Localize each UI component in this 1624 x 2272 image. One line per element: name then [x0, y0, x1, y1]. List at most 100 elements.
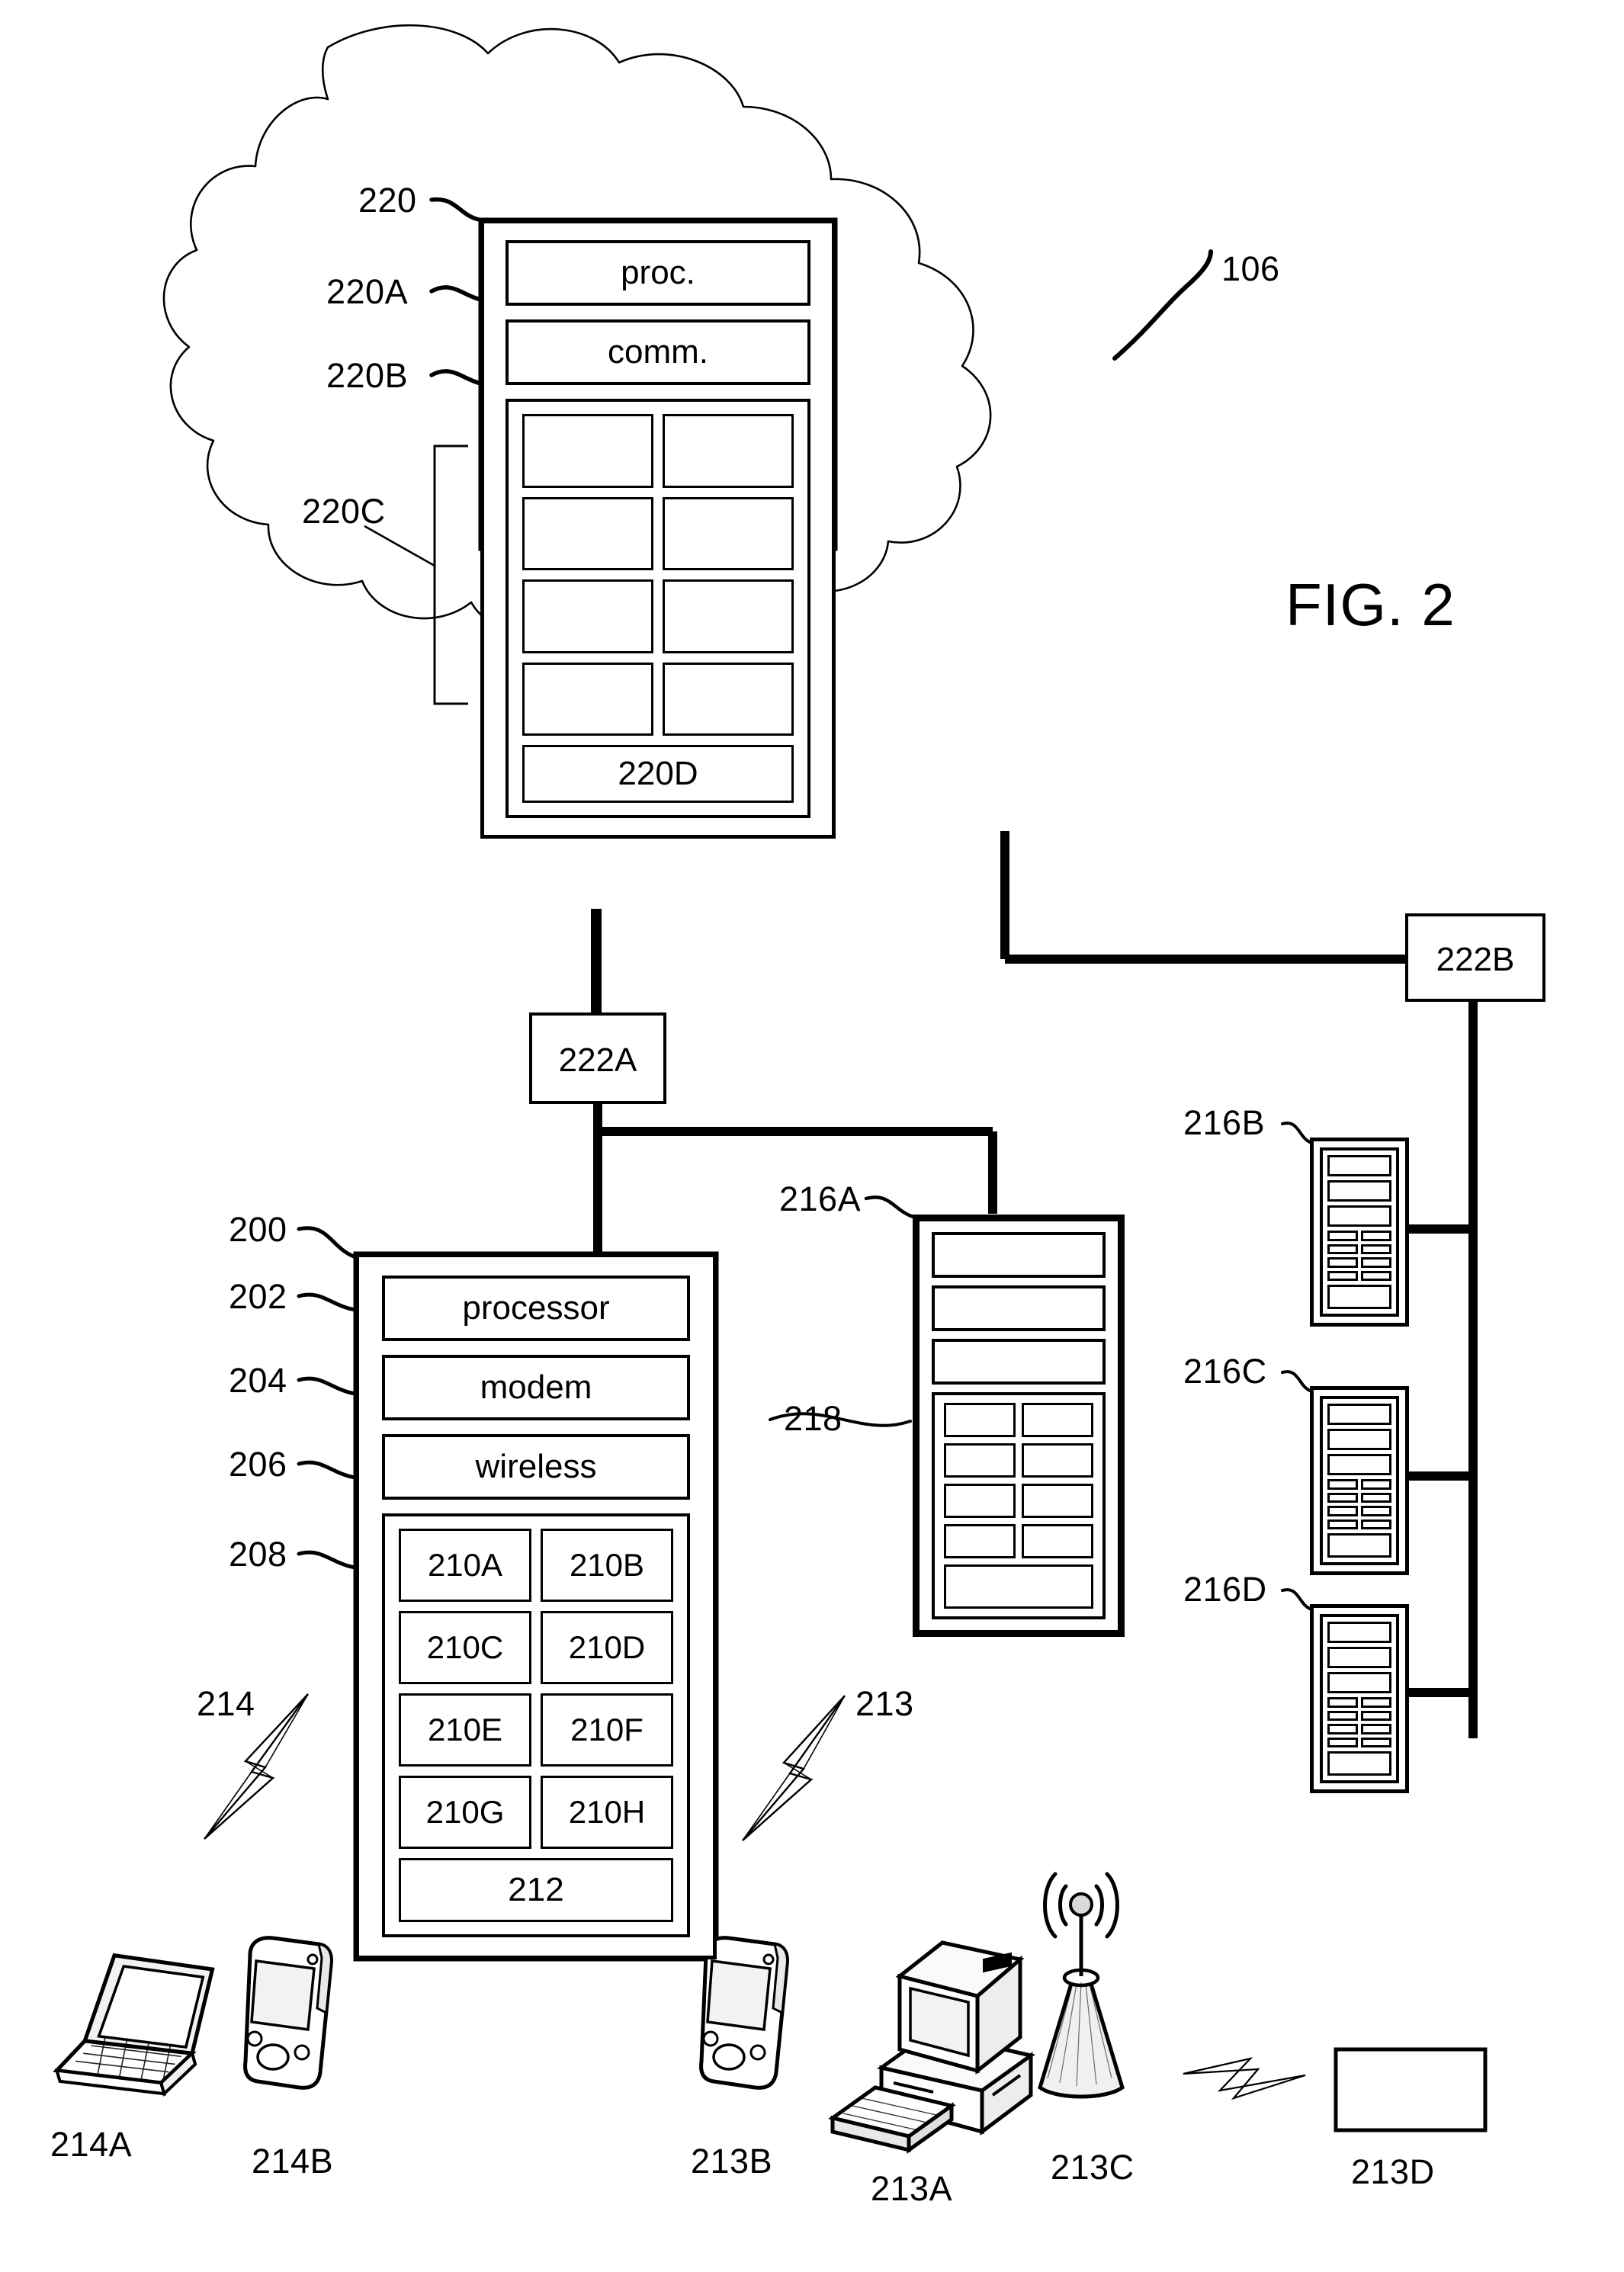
server-footer-row[interactable] [944, 1564, 1093, 1609]
rack-row [1327, 1622, 1391, 1643]
ref-label-220C: 220C [302, 492, 386, 531]
ref-label-202: 202 [229, 1277, 287, 1316]
pda-icon [243, 1936, 333, 2090]
rack-row [1327, 1454, 1391, 1475]
server-218-cell-grid [944, 1403, 1093, 1558]
rack-grid [1327, 1479, 1391, 1529]
ref-label-208: 208 [229, 1535, 287, 1574]
rack-row [1327, 1647, 1391, 1668]
ref-label-216C: 216C [1183, 1352, 1267, 1391]
ref-label-216A: 216A [779, 1179, 862, 1218]
rack-row [1327, 1672, 1391, 1693]
server-row[interactable] [932, 1232, 1106, 1278]
ref-label-213D: 213D [1351, 2152, 1435, 2191]
grid-cell[interactable] [663, 496, 794, 570]
ref-label-200: 200 [229, 1210, 287, 1249]
grid-cell[interactable] [1022, 1443, 1093, 1478]
leader-106 [1112, 249, 1213, 361]
server-row[interactable] [932, 1339, 1106, 1385]
cell-210G[interactable]: 210G [399, 1776, 531, 1849]
ref-label-204: 204 [229, 1361, 287, 1400]
device-213D-box[interactable] [1334, 2047, 1488, 2132]
ref-label-106: 106 [1221, 249, 1280, 288]
server-rack-216B[interactable] [1310, 1138, 1409, 1327]
ref-label-213A: 213A [871, 2169, 953, 2208]
ref-label-214B: 214B [252, 2142, 334, 2181]
grid-cell[interactable] [522, 579, 653, 653]
system-220C-cell-grid [522, 414, 794, 736]
ref-label-220B: 220B [326, 356, 409, 395]
cell-210C[interactable]: 210C [399, 1611, 531, 1684]
cell-210A[interactable]: 210A [399, 1529, 531, 1602]
ref-label-213B: 213B [691, 2142, 773, 2181]
leader-216A [864, 1195, 916, 1219]
cell-210H[interactable]: 210H [541, 1776, 673, 1849]
ref-label-218: 218 [784, 1399, 842, 1438]
rack-row [1327, 1180, 1391, 1202]
rack-grid [1327, 1697, 1391, 1747]
device-204-modem-box[interactable]: modem [382, 1355, 690, 1420]
grid-cell[interactable] [944, 1443, 1016, 1478]
ref-label-216B: 216B [1183, 1103, 1266, 1142]
desktop-computer-icon [828, 1940, 1035, 2154]
grid-cell[interactable] [522, 662, 653, 736]
pda-icon [699, 1936, 789, 2090]
rack-row [1327, 1404, 1391, 1425]
cell-212[interactable]: 212 [399, 1858, 673, 1922]
grid-cell[interactable] [663, 662, 794, 736]
grid-cell[interactable] [944, 1403, 1016, 1437]
server-218-group-box [932, 1392, 1106, 1619]
server-rack-216C[interactable] [1310, 1386, 1409, 1575]
wireless-bolt-213 [742, 1695, 846, 1841]
server-row[interactable] [932, 1285, 1106, 1331]
cell-210B[interactable]: 210B [541, 1529, 673, 1602]
grid-cell[interactable] [663, 414, 794, 488]
ref-label-206: 206 [229, 1445, 287, 1484]
rack-grid [1327, 1231, 1391, 1281]
ref-label-214A: 214A [50, 2125, 133, 2164]
system-220D-box[interactable]: 220D [522, 745, 794, 803]
rack-row [1327, 1205, 1391, 1227]
ref-label-220: 220 [358, 181, 417, 220]
rack-row [1327, 1155, 1391, 1176]
grid-cell[interactable] [1022, 1484, 1093, 1518]
device-200-container: processor modem wireless 210A 210B 210C … [355, 1253, 717, 1959]
system-220-container: proc. comm. 220D [480, 220, 836, 839]
grid-cell[interactable] [522, 496, 653, 570]
server-rack-216D[interactable] [1310, 1604, 1409, 1793]
grid-cell[interactable] [944, 1484, 1016, 1518]
laptop-icon [53, 1953, 215, 2097]
patent-figure-2: proc. comm. 220D processor modem wireles… [0, 0, 1624, 2272]
system-220C-group-box: 220D [505, 399, 810, 818]
device-208-group-box: 210A 210B 210C 210D 210E 210F 210G 210H … [382, 1513, 690, 1937]
grid-cell[interactable] [1022, 1403, 1093, 1437]
router-222A-label: 222A [558, 1041, 637, 1079]
ref-label-214: 214 [197, 1684, 255, 1723]
ref-label-213C: 213C [1051, 2148, 1135, 2187]
grid-cell[interactable] [1022, 1524, 1093, 1558]
ref-label-216D: 216D [1183, 1570, 1267, 1609]
server-216A-container [915, 1217, 1122, 1635]
cell-210F[interactable]: 210F [541, 1693, 673, 1767]
router-222B-label: 222B [1436, 941, 1515, 978]
system-220A-proc-box[interactable]: proc. [505, 240, 810, 306]
antenna-tower-icon [1038, 1872, 1125, 2099]
cell-210D[interactable]: 210D [541, 1611, 673, 1684]
system-220B-comm-box[interactable]: comm. [505, 319, 810, 385]
device-208-cell-grid: 210A 210B 210C 210D 210E 210F 210G 210H [399, 1529, 673, 1849]
grid-cell[interactable] [663, 579, 794, 653]
ref-label-213: 213 [855, 1684, 914, 1723]
cell-210E[interactable]: 210E [399, 1693, 531, 1767]
grid-cell[interactable] [522, 414, 653, 488]
rack-row [1327, 1285, 1391, 1309]
ref-label-220A: 220A [326, 272, 409, 311]
device-206-wireless-box[interactable]: wireless [382, 1434, 690, 1500]
leader-200 [297, 1226, 356, 1259]
wireless-bolt-antenna-to-213D [1183, 2057, 1306, 2100]
rack-row [1327, 1533, 1391, 1558]
rack-row [1327, 1429, 1391, 1450]
device-202-processor-box[interactable]: processor [382, 1276, 690, 1341]
figure-title: FIG. 2 [1285, 571, 1456, 638]
rack-row [1327, 1751, 1391, 1776]
grid-cell[interactable] [944, 1524, 1016, 1558]
